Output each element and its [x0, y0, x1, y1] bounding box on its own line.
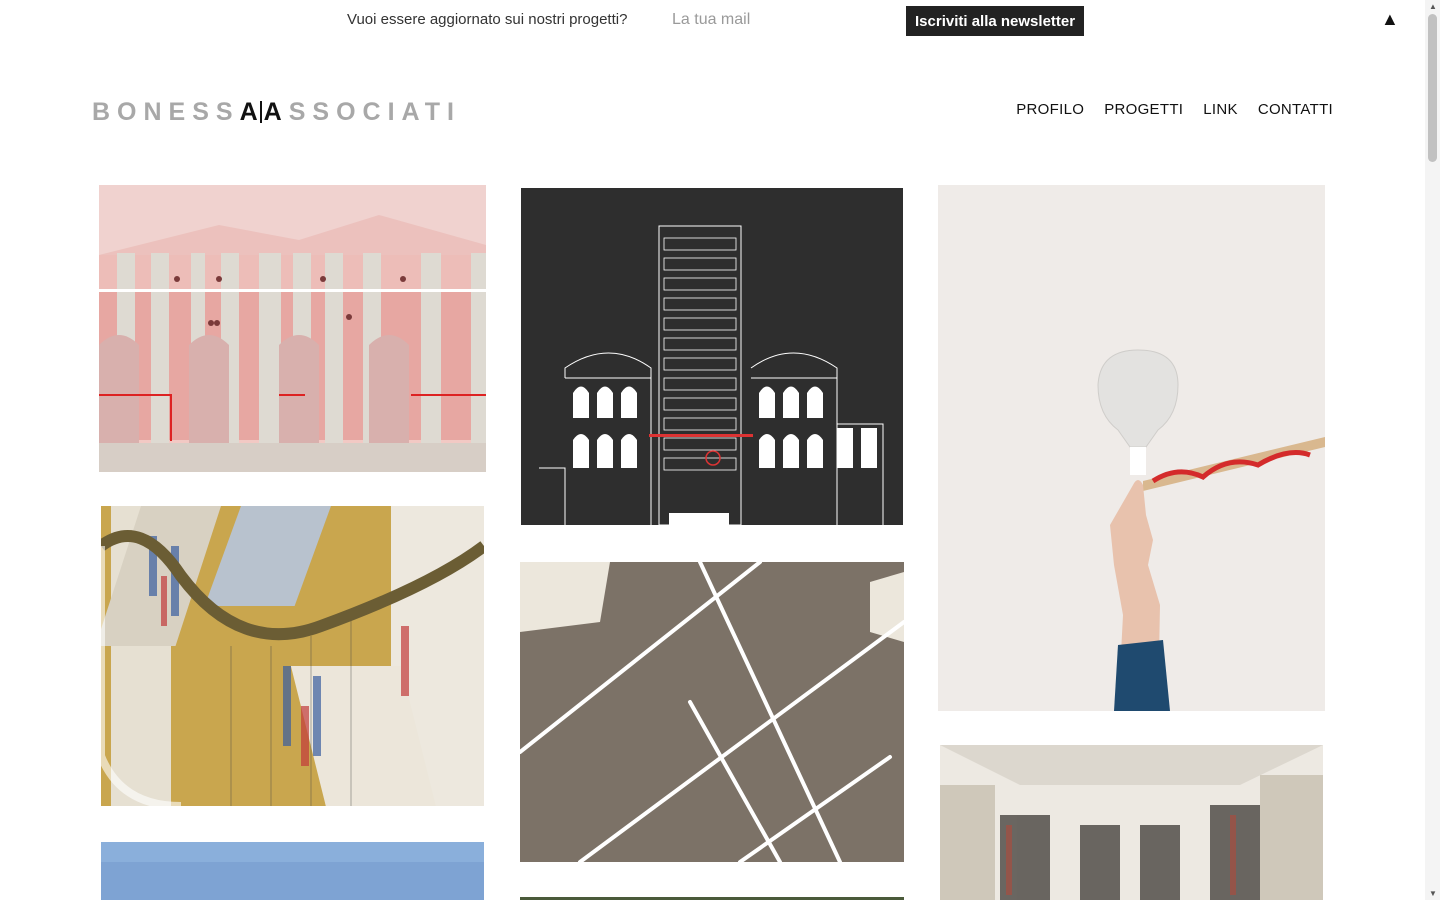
- newsletter-subscribe-button[interactable]: Iscriviti alla newsletter: [906, 6, 1085, 36]
- logo-mark-divider: [259, 101, 262, 123]
- project-tile-ceiling-lights[interactable]: [520, 562, 904, 862]
- scroll-down-arrow-icon[interactable]: ▼: [1429, 889, 1437, 898]
- page-scrollbar[interactable]: ▲ ▼: [1425, 0, 1440, 900]
- site-logo[interactable]: BONESS A A SSOCIATI: [92, 97, 461, 127]
- scroll-up-arrow-icon[interactable]: ▲: [1429, 2, 1437, 11]
- project-tile-lamp[interactable]: [938, 185, 1325, 711]
- project-tile-bookstore-rail[interactable]: [101, 506, 484, 806]
- nav-progetti[interactable]: PROGETTI: [1104, 101, 1183, 118]
- bookstore-interior: [940, 745, 1323, 900]
- project-tile-dark-facade[interactable]: [521, 188, 903, 525]
- newsletter-question: Vuoi essere aggiornato sui nostri proget…: [347, 11, 628, 28]
- newsletter-bar: Vuoi essere aggiornato sui nostri proget…: [0, 0, 1425, 42]
- logo-text-left: BONESS: [92, 97, 240, 126]
- newsletter-email-input[interactable]: [664, 7, 900, 33]
- nav-link[interactable]: LINK: [1203, 101, 1238, 118]
- logo-mark: A A: [240, 98, 282, 127]
- blue-sky: [101, 842, 484, 900]
- main-nav: PROFILO PROGETTI LINK CONTATTI: [1016, 101, 1333, 118]
- ceiling-light-lines: [520, 562, 904, 862]
- logo-text-right: SSOCIATI: [288, 97, 461, 126]
- dark-facade-drawing: [521, 188, 903, 525]
- project-tile-pink-arcade[interactable]: [99, 185, 486, 472]
- logo-mark-letter-1: A: [239, 97, 258, 126]
- bookstore-curved-rail: [101, 506, 484, 806]
- nav-profilo[interactable]: PROFILO: [1016, 101, 1084, 118]
- nav-contatti[interactable]: CONTATTI: [1258, 101, 1333, 118]
- logo-mark-letter-2: A: [263, 97, 282, 126]
- pink-arcade-illustration: [99, 185, 486, 472]
- collapse-triangle-icon[interactable]: ▲: [1381, 9, 1399, 30]
- scrollbar-thumb[interactable]: [1428, 14, 1437, 162]
- project-tile-bookstore-interior[interactable]: [940, 745, 1323, 900]
- lamp-bulb-hand: [938, 185, 1325, 711]
- project-tile-blue-sky[interactable]: [101, 842, 484, 900]
